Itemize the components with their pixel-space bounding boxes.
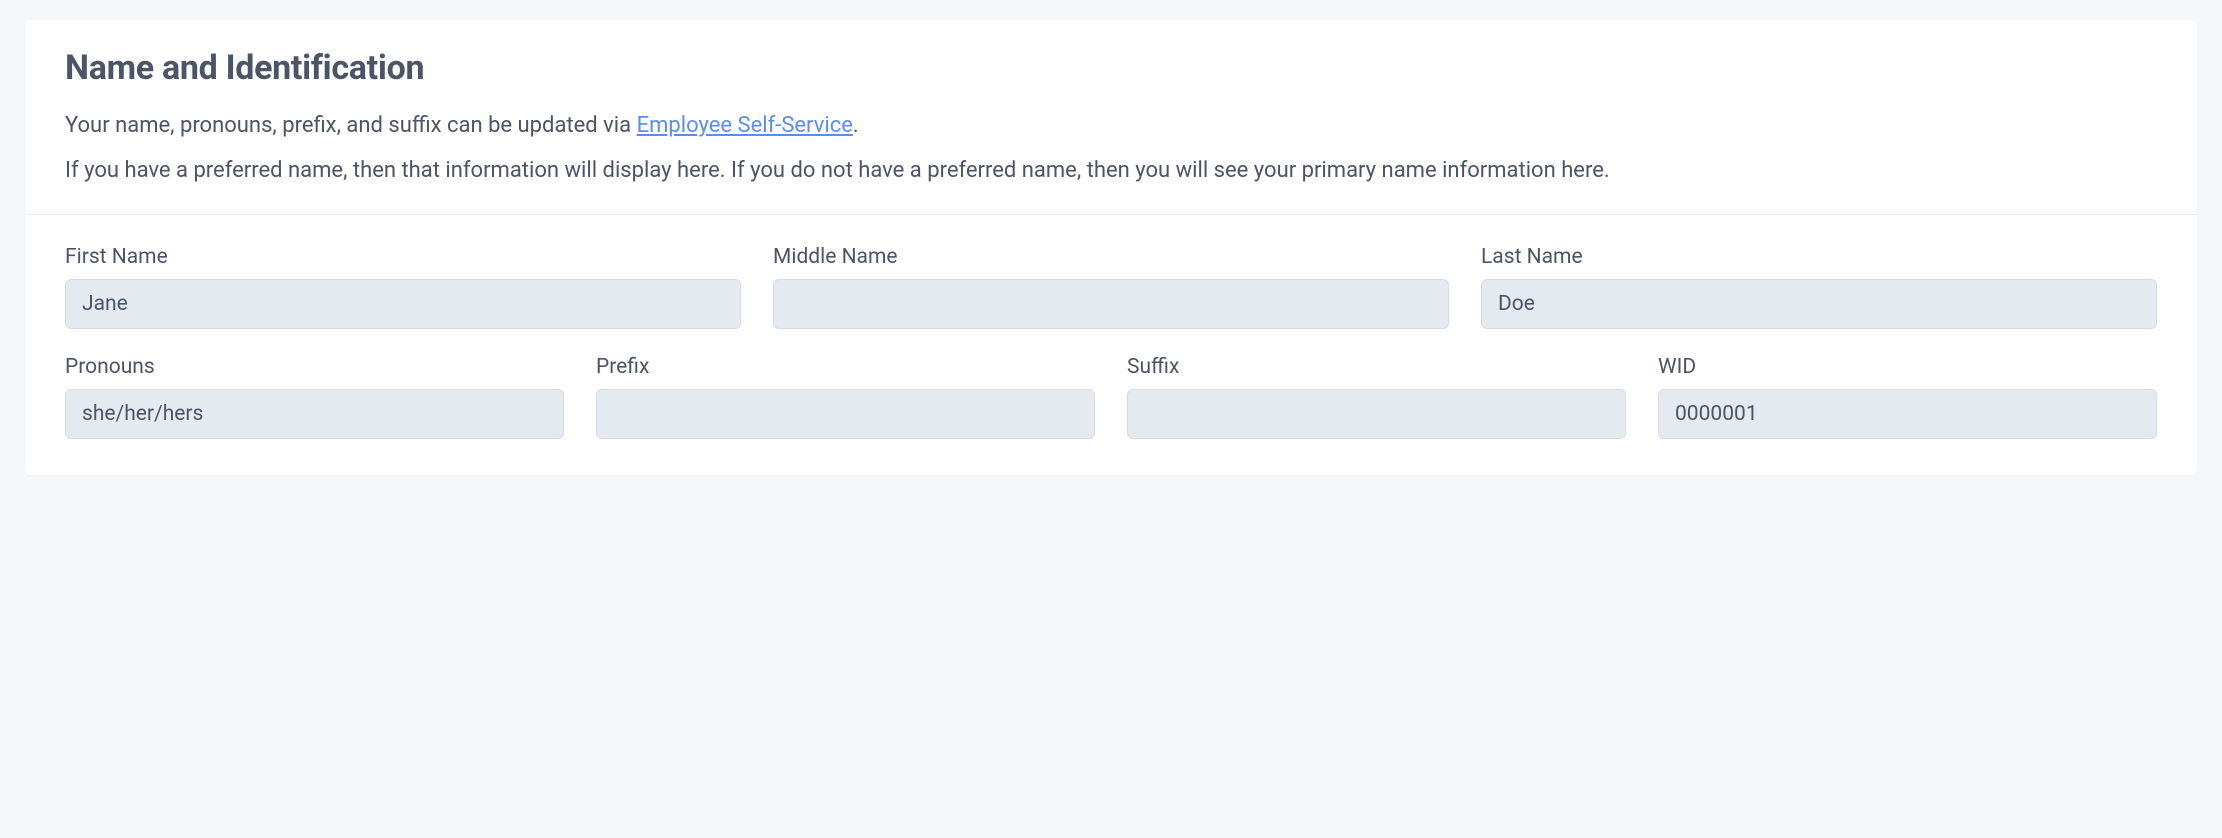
card-header: Name and Identification Your name, prono… — [25, 20, 2197, 215]
desc1-post-text: . — [853, 113, 859, 138]
card-body: First Name Middle Name Last Name Pronoun… — [25, 215, 2197, 475]
suffix-input[interactable] — [1127, 389, 1626, 439]
last-name-input[interactable] — [1481, 279, 2157, 329]
field-first-name: First Name — [65, 245, 741, 329]
prefix-label: Prefix — [596, 355, 1095, 379]
name-identification-card: Name and Identification Your name, prono… — [25, 20, 2197, 475]
wid-input[interactable] — [1658, 389, 2157, 439]
row-2: Pronouns Prefix Suffix WID — [65, 355, 2157, 439]
wid-label: WID — [1658, 355, 2157, 379]
first-name-label: First Name — [65, 245, 741, 269]
description-line-1: Your name, pronouns, prefix, and suffix … — [65, 108, 2157, 143]
suffix-label: Suffix — [1127, 355, 1626, 379]
description-line-2: If you have a preferred name, then that … — [65, 153, 2157, 188]
pronouns-input[interactable] — [65, 389, 564, 439]
prefix-input[interactable] — [596, 389, 1095, 439]
first-name-input[interactable] — [65, 279, 741, 329]
employee-self-service-link[interactable]: Employee Self-Service — [637, 113, 853, 138]
field-prefix: Prefix — [596, 355, 1095, 439]
row-1: First Name Middle Name Last Name — [65, 245, 2157, 329]
middle-name-input[interactable] — [773, 279, 1449, 329]
middle-name-label: Middle Name — [773, 245, 1449, 269]
desc1-pre-text: Your name, pronouns, prefix, and suffix … — [65, 113, 637, 138]
field-last-name: Last Name — [1481, 245, 2157, 329]
field-middle-name: Middle Name — [773, 245, 1449, 329]
pronouns-label: Pronouns — [65, 355, 564, 379]
field-pronouns: Pronouns — [65, 355, 564, 439]
field-suffix: Suffix — [1127, 355, 1626, 439]
last-name-label: Last Name — [1481, 245, 2157, 269]
field-wid: WID — [1658, 355, 2157, 439]
page-title: Name and Identification — [65, 48, 2157, 88]
